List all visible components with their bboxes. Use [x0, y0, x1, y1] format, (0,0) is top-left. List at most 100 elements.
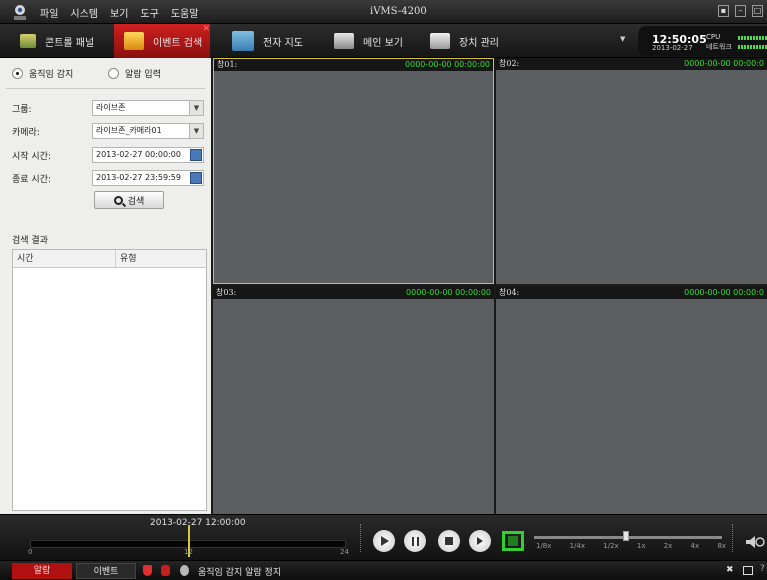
alarm-input-radio[interactable]: 알람 입력	[108, 67, 161, 80]
mute-icon[interactable]	[180, 565, 189, 576]
speed-label: 1/4x	[569, 542, 586, 550]
timeline-tick: 0	[28, 548, 33, 556]
speed-label: 1/2x	[603, 542, 619, 550]
speed-labels: 1/8x 1/4x 1/2x 1x 2x 4x 8x	[536, 542, 726, 550]
menu-file[interactable]: 파일	[40, 5, 58, 20]
pane-timestamp: 0000-00-00 00:00:00	[405, 60, 490, 69]
tab-control-panel[interactable]: 콘트롤 패널	[20, 24, 94, 58]
minimize-icon[interactable]: –	[735, 5, 746, 17]
tab-main-view-label: 메인 보기	[363, 37, 403, 49]
search-icon	[113, 195, 123, 205]
close-icon[interactable]: ✕	[202, 24, 210, 34]
search-button[interactable]: 검색	[94, 191, 164, 209]
menu-help[interactable]: 도움말	[171, 5, 199, 20]
stop-button[interactable]	[438, 530, 460, 552]
end-time-value: 2013-02-27 23:59:59	[96, 173, 181, 182]
volume-icon[interactable]	[745, 535, 765, 549]
tab-emap[interactable]: 전자 지도	[232, 24, 303, 58]
pane-name: 창03:	[216, 288, 237, 297]
alarm-sound-icon[interactable]	[161, 565, 170, 576]
divider	[360, 524, 362, 552]
video-pane-1[interactable]: 창01: 0000-00-00 00:00:00	[213, 58, 494, 284]
divider	[732, 524, 734, 552]
timeline-tick: 12	[184, 548, 193, 556]
fullscreen-icon[interactable]	[502, 531, 524, 551]
radio-unselected-icon	[108, 68, 119, 79]
lock-icon[interactable]: ▪	[718, 5, 729, 17]
pane-header: 창02: 0000-00-00 00:00:0	[496, 58, 767, 70]
help-icon[interactable]: ?	[760, 564, 765, 574]
tab-device-management[interactable]: 장치 관리	[430, 24, 499, 58]
tab-event-search[interactable]: 이벤트 검색 ✕	[114, 24, 210, 58]
playback-timestamp: 2013-02-27 12:00:00	[150, 518, 246, 528]
event-search-icon	[124, 32, 144, 50]
video-pane-4[interactable]: 창04: 0000-00-00 00:00:0	[496, 287, 767, 514]
pane-header: 창03: 0000-00-00 00:00:00	[213, 287, 494, 299]
tab-emap-label: 전자 지도	[263, 37, 303, 49]
main-view-icon	[334, 33, 354, 49]
pane-name: 창02:	[499, 59, 520, 68]
status-message: 움직임 감지 알람 정지	[198, 568, 282, 578]
speed-label: 4x	[690, 542, 700, 550]
speed-label: 2x	[663, 542, 673, 550]
event-search-panel: 움직임 감지 알람 입력 그룹: 라이브존 ▼ 카메라: 라이브존_카메라01 …	[0, 58, 211, 514]
cpu-label: CPU	[706, 33, 721, 41]
maximize-icon[interactable]: □	[752, 5, 763, 17]
calendar-icon[interactable]	[190, 149, 202, 161]
chevron-down-icon[interactable]: ▼	[189, 124, 203, 138]
pane-timestamp: 0000-00-00 00:00:0	[684, 59, 764, 68]
radio-selected-icon	[12, 68, 23, 79]
start-time-value: 2013-02-27 00:00:00	[96, 150, 181, 159]
window-icon[interactable]	[743, 566, 753, 575]
alarm-tab[interactable]: 알람	[12, 563, 72, 579]
group-select-value: 라이브존	[96, 103, 126, 112]
calendar-icon[interactable]	[190, 172, 202, 184]
search-results-table[interactable]: 시간 유형	[12, 249, 207, 511]
video-pane-3[interactable]: 창03: 0000-00-00 00:00:00	[213, 287, 494, 514]
tab-event-search-label: 이벤트 검색	[153, 37, 203, 49]
event-tab[interactable]: 이벤트	[76, 563, 136, 579]
start-time-field[interactable]: 2013-02-27 00:00:00	[92, 147, 204, 163]
column-type[interactable]: 유형	[116, 250, 137, 267]
start-time-label: 시작 시간:	[12, 152, 52, 162]
pane-timestamp: 0000-00-00 00:00:00	[406, 288, 491, 297]
chevron-down-icon[interactable]: ▼	[189, 101, 203, 115]
menu-view[interactable]: 보기	[110, 5, 128, 20]
control-panel-icon	[20, 34, 36, 48]
tab-main-view[interactable]: 메인 보기	[334, 24, 403, 58]
menu-tools[interactable]: 도구	[140, 5, 158, 20]
pin-icon[interactable]: ✖	[726, 565, 736, 576]
pane-name: 창04:	[499, 288, 520, 297]
menu-system[interactable]: 시스템	[70, 5, 98, 20]
speed-label: 8x	[717, 542, 726, 550]
video-grid: 창01: 0000-00-00 00:00:00 창02: 0000-00-00…	[211, 58, 767, 514]
playback-bar: 2013-02-27 12:00:00 0 12 24 1/8x 1/4x 1/…	[0, 514, 767, 560]
pause-button[interactable]	[404, 530, 426, 552]
pane-header: 창01: 0000-00-00 00:00:00	[214, 59, 493, 71]
pane-header: 창04: 0000-00-00 00:00:0	[496, 287, 767, 299]
group-select[interactable]: 라이브존 ▼	[92, 100, 204, 116]
alarm-input-label: 알람 입력	[125, 70, 161, 80]
speed-slider-thumb[interactable]	[623, 531, 629, 541]
camera-select-value: 라이브존_카메라01	[96, 126, 162, 135]
speed-label: 1x	[636, 542, 646, 550]
camera-label: 카메라:	[12, 128, 40, 138]
chevron-down-icon[interactable]: ▼	[620, 35, 630, 45]
video-pane-2[interactable]: 창02: 0000-00-00 00:00:0	[496, 58, 767, 284]
divider	[6, 88, 205, 89]
search-button-label: 검색	[127, 196, 145, 207]
cpu-meter	[738, 36, 767, 40]
single-frame-button[interactable]	[469, 530, 491, 552]
speed-label: 1/8x	[536, 542, 552, 550]
alarm-bell-icon[interactable]	[143, 565, 152, 576]
device-management-icon	[430, 33, 450, 49]
motion-detection-radio[interactable]: 움직임 감지	[12, 67, 73, 80]
end-time-field[interactable]: 2013-02-27 23:59:59	[92, 170, 204, 186]
app-title: iVMS-4200	[370, 6, 427, 17]
menu-bar: 파일 시스템 보기 도구 도움말	[40, 5, 198, 20]
play-button[interactable]	[373, 530, 395, 552]
search-results-title: 검색 결과	[12, 236, 48, 246]
camera-select[interactable]: 라이브존_카메라01 ▼	[92, 123, 204, 139]
column-time[interactable]: 시간	[13, 250, 116, 267]
network-meter	[738, 45, 767, 49]
